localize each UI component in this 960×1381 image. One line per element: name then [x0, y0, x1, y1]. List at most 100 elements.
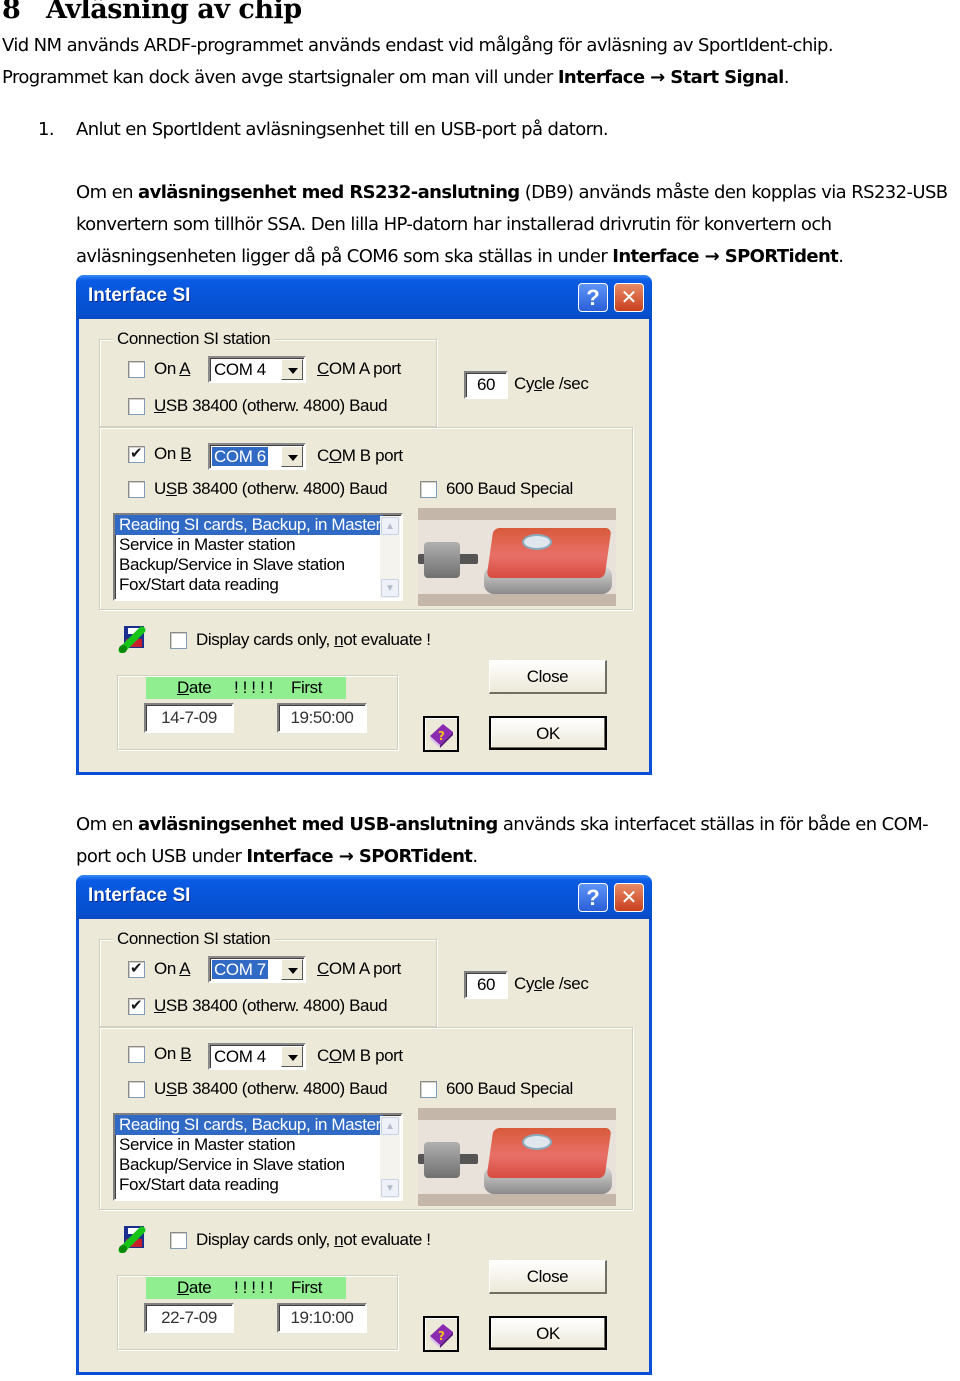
- close-window-button[interactable]: ✕: [614, 883, 644, 912]
- rs232-para-line-2: konvertern som tillhör SSA. Den lilla HP…: [76, 214, 832, 235]
- cycle-label-u: c: [533, 374, 543, 393]
- usb-a-label: USB 38400 (otherw. 4800) Baud: [154, 996, 388, 1016]
- section-number: 8: [2, 0, 21, 25]
- com-b-select[interactable]: COM 6: [208, 443, 306, 470]
- display-only-label-u: n: [334, 630, 344, 649]
- scroll-down-icon[interactable]: ▼: [381, 579, 399, 597]
- chevron-down-icon[interactable]: [281, 446, 303, 467]
- baud-600-checkbox[interactable]: [420, 481, 437, 498]
- close-window-button[interactable]: ✕: [614, 283, 644, 312]
- mode-list: Reading SI cards, Backup, in Master stat…: [115, 1115, 401, 1195]
- title-bar[interactable]: Interface SI ? ✕: [76, 875, 652, 919]
- close-icon: ✕: [620, 285, 638, 309]
- com-b-port-label: COM B port: [317, 446, 403, 466]
- com-a-select[interactable]: COM 4: [208, 356, 306, 383]
- date-header-marks: ! ! ! ! !: [234, 1278, 273, 1297]
- usb-b-label-u: S: [165, 1079, 177, 1098]
- display-only-checkbox[interactable]: [170, 1232, 187, 1249]
- on-a-label: On A: [154, 359, 191, 379]
- usb-line2-text: port och USB under: [76, 846, 247, 867]
- mode-list-item[interactable]: Service in Master station: [115, 535, 383, 555]
- title-bar[interactable]: Interface SI ? ✕: [76, 275, 652, 319]
- close-button[interactable]: Close: [489, 1260, 607, 1294]
- on-a-label-pre: On: [154, 959, 180, 978]
- com-b-label-rest: M B port: [341, 446, 403, 465]
- usb-b-label-pre: U: [154, 1079, 166, 1098]
- usb-a-checkbox[interactable]: [128, 398, 145, 415]
- date-header-u: D: [177, 678, 189, 697]
- usb-a-label-rest: SB 38400 (otherw. 4800) Baud: [165, 996, 388, 1015]
- date-header: Date ! ! ! ! ! First time: [146, 1277, 346, 1319]
- com-a-select[interactable]: COM 7: [208, 956, 306, 983]
- usb-b-checkbox[interactable]: [128, 1081, 145, 1098]
- date-header-marks: ! ! ! ! !: [234, 678, 273, 697]
- cycle-label-post: le /sec: [542, 974, 589, 993]
- mode-list-item[interactable]: Reading SI cards, Backup, in Master stat…: [115, 515, 383, 535]
- rs232-line3-end: .: [838, 246, 844, 267]
- baud-600-checkbox[interactable]: [420, 1081, 437, 1098]
- chevron-down-icon[interactable]: [281, 359, 303, 380]
- scroll-up-icon[interactable]: ▲: [381, 517, 399, 535]
- cycle-input[interactable]: 60: [464, 371, 508, 399]
- date-input[interactable]: 14-7-09: [144, 703, 234, 733]
- ok-button[interactable]: OK: [489, 716, 607, 750]
- usb-para-line-1: Om en avläsningsenhet med USB-anslutning…: [76, 814, 929, 835]
- usb-para-line-2: port och USB under Interface → SPORTiden…: [76, 846, 478, 867]
- display-only-label-pre: Display cards only,: [196, 1230, 335, 1249]
- cycle-label-pre: Cy: [514, 974, 534, 993]
- display-only-label: Display cards only, not evaluate !: [196, 1230, 431, 1250]
- date-input[interactable]: 22-7-09: [144, 1303, 234, 1333]
- help-book-button[interactable]: ?: [423, 1316, 459, 1352]
- si-station-photo: [418, 508, 616, 606]
- first-time-input[interactable]: 19:50:00: [277, 703, 367, 733]
- date-header-rest: ate: [188, 1278, 212, 1297]
- display-only-checkbox[interactable]: [170, 632, 187, 649]
- mode-list-item[interactable]: Backup/Service in Slave station: [115, 555, 383, 575]
- question-icon: ?: [586, 285, 600, 310]
- mode-listbox[interactable]: Reading SI cards, Backup, in Master stat…: [113, 513, 403, 601]
- chevron-down-icon[interactable]: [281, 959, 303, 980]
- com-b-select[interactable]: COM 4: [208, 1043, 306, 1070]
- on-b-checkbox[interactable]: [128, 444, 145, 463]
- usb-b-checkbox[interactable]: [128, 481, 145, 498]
- scroll-down-icon[interactable]: ▼: [381, 1179, 399, 1197]
- scroll-up-icon[interactable]: ▲: [381, 1117, 399, 1135]
- group-label: Connection SI station: [113, 329, 275, 349]
- usb-b-label-u: S: [165, 479, 177, 498]
- help-button[interactable]: ?: [578, 283, 608, 312]
- help-book-icon: ?: [430, 1324, 453, 1348]
- date-header-rest: ate: [188, 678, 212, 697]
- cycle-input[interactable]: 60: [464, 971, 508, 999]
- mode-list-item[interactable]: Backup/Service in Slave station: [115, 1155, 383, 1175]
- com-a-label-u: C: [317, 959, 329, 978]
- usb-a-checkbox[interactable]: [128, 996, 145, 1015]
- com-b-port-label: COM B port: [317, 1046, 403, 1066]
- mode-list-item[interactable]: Fox/Start data reading: [115, 1175, 383, 1195]
- listbox-scrollbar[interactable]: ▲ ▼: [380, 516, 400, 598]
- baud-600-label: 600 Baud Special: [446, 1079, 573, 1098]
- on-a-checkbox[interactable]: [128, 361, 145, 378]
- mode-list-item[interactable]: Fox/Start data reading: [115, 575, 383, 595]
- help-book-button[interactable]: ?: [423, 716, 459, 752]
- mode-list-item[interactable]: Service in Master station: [115, 1135, 383, 1155]
- close-button[interactable]: Close: [489, 660, 607, 694]
- question-icon: ?: [586, 885, 600, 910]
- chevron-down-icon[interactable]: [281, 1046, 303, 1067]
- com-b-label-pre: C: [317, 446, 329, 465]
- si-station-photo: [418, 1108, 616, 1206]
- ok-button[interactable]: OK: [489, 1316, 607, 1350]
- com-a-port-label: COM A port: [317, 959, 401, 979]
- help-button[interactable]: ?: [578, 883, 608, 912]
- first-time-input[interactable]: 19:10:00: [277, 1303, 367, 1333]
- svg-text:?: ?: [438, 1329, 445, 1343]
- com-a-label-rest: OM A port: [328, 359, 401, 378]
- display-only-label-post: ot evaluate !: [343, 630, 431, 649]
- mode-list-item[interactable]: Reading SI cards, Backup, in Master stat…: [115, 1115, 383, 1135]
- date-header: Date ! ! ! ! ! First time: [146, 677, 346, 719]
- on-b-checkbox[interactable]: [128, 1046, 145, 1063]
- listbox-scrollbar[interactable]: ▲ ▼: [380, 1116, 400, 1198]
- on-a-checkbox[interactable]: [128, 959, 145, 978]
- mode-listbox[interactable]: Reading SI cards, Backup, in Master stat…: [113, 1113, 403, 1201]
- interface-si-dialog: Interface SI ? ✕ Connection SI station O…: [76, 875, 652, 1375]
- on-a-label-u: A: [179, 959, 191, 978]
